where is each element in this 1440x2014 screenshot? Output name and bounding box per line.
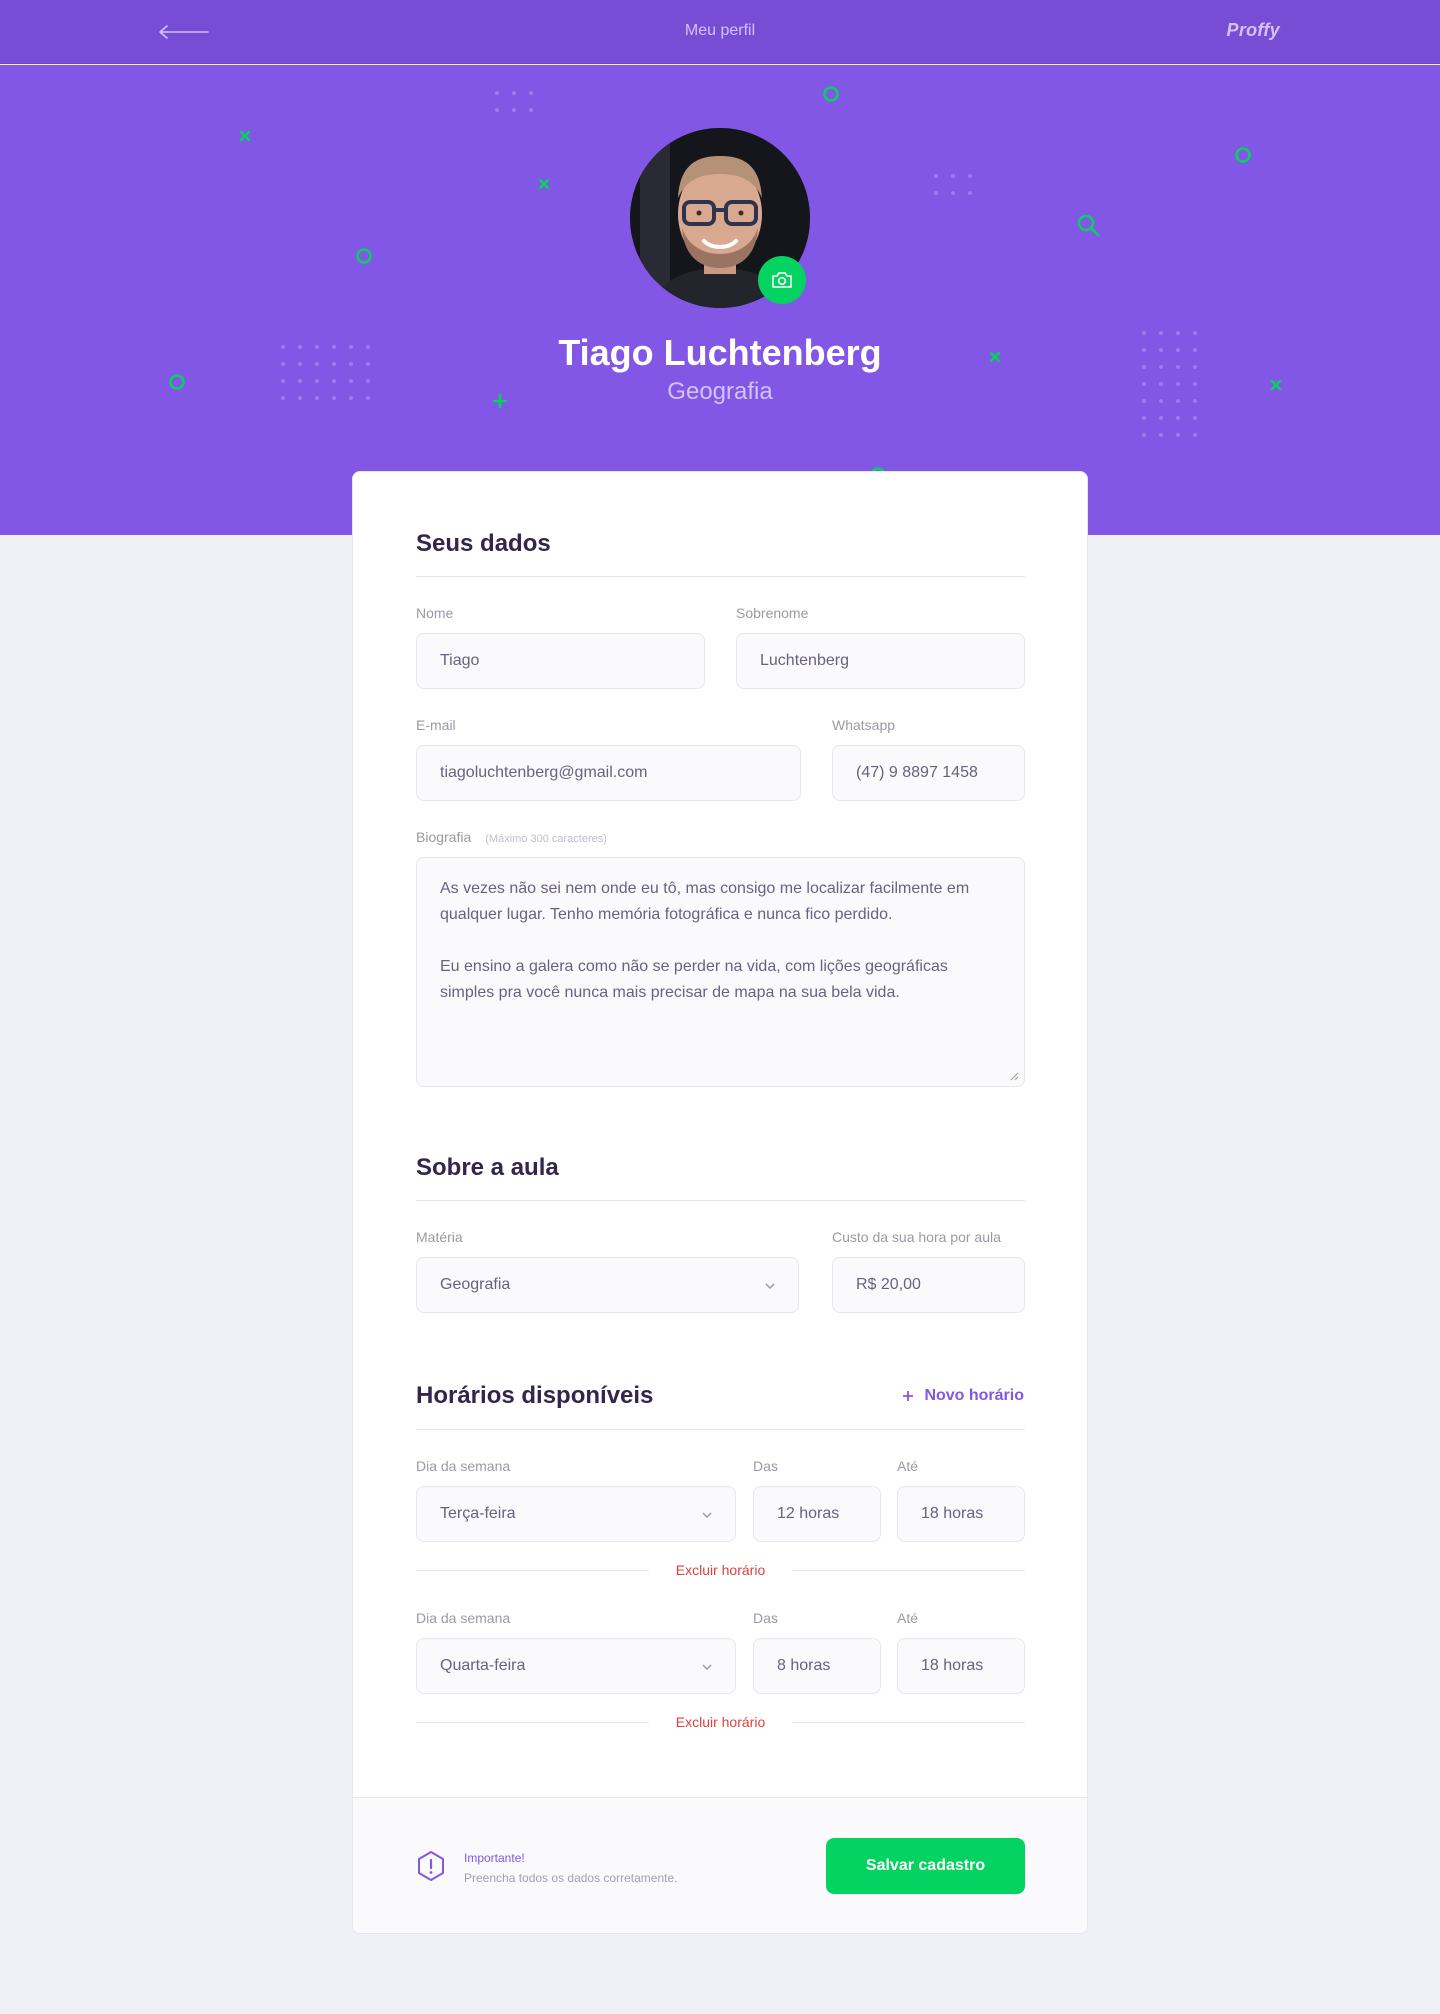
new-schedule-label: Novo horário [924,1387,1024,1404]
section-title-schedule: Horários disponíveis [416,1382,654,1409]
warning-text: Preencha todos os dados corretamente. [464,1871,678,1885]
profile-subject: Geografia [667,378,773,405]
weekday-label: Dia da semana [416,1610,511,1626]
delete-schedule-button[interactable]: Excluir horário [416,1562,1025,1578]
cost-label: Custo da sua hora por aula [832,1229,1001,1245]
chevron-down-icon [765,1283,775,1290]
to-label: Até [897,1458,919,1474]
profile-name: Tiago Luchtenberg [558,332,882,373]
to-time-field[interactable]: 18 horas [897,1486,1025,1542]
weekday-select[interactable]: Quarta-feira [416,1638,736,1694]
plus-icon [903,1391,914,1401]
from-time-field[interactable]: 12 horas [753,1486,881,1542]
section-title-class: Sobre a aula [416,1154,559,1181]
email-field[interactable]: tiagoluchtenberg@gmail.com [416,745,801,801]
to-label: Até [897,1610,919,1626]
section-title-personal: Seus dados [416,530,551,557]
whatsapp-label: Whatsapp [832,717,896,733]
form-footer: Importante! Preencha todos os dados corr… [353,1797,1087,1933]
chevron-down-icon [702,1512,712,1519]
top-bar: Meu perfil Proffy [0,0,1440,64]
subject-select-value: Geografia [440,1276,511,1293]
bio-textarea[interactable]: As vezes não sei nem onde eu tô, mas con… [416,857,1025,1087]
delete-schedule-button[interactable]: Excluir horário [416,1714,1025,1730]
from-label: Das [753,1458,778,1474]
weekday-select-value: Terça-feira [440,1505,516,1522]
first-name-label: Nome [416,605,454,621]
last-name-label: Sobrenome [736,605,809,621]
bio-paragraph: Eu ensino a galera como não se perder na… [440,958,948,1001]
bio-label-text: Biografia [416,829,472,845]
bio-label: Biografia (Máximo 300 caracteres) [416,829,607,845]
page-title: Meu perfil [684,22,756,39]
email-label: E-mail [416,717,456,733]
avatar-wrapper [630,128,810,308]
section-divider [416,576,1025,577]
resize-handle-icon[interactable] [1009,1071,1019,1081]
warning-title: Importante! [464,1851,525,1865]
warning-icon [418,1851,444,1881]
last-name-field[interactable]: Luchtenberg [736,633,1025,689]
from-time-field[interactable]: 8 horas [753,1638,881,1694]
from-label: Das [753,1610,778,1626]
weekday-label: Dia da semana [416,1458,511,1474]
brand-logo[interactable]: Proffy [1227,20,1280,41]
chevron-down-icon [702,1664,712,1671]
profile-form-card: Seus dados Nome Tiago Sobrenome Luchtenb… [352,471,1088,1934]
weekday-select-value: Quarta-feira [440,1657,526,1674]
to-time-field[interactable]: 18 horas [897,1638,1025,1694]
weekday-select[interactable]: Terça-feira [416,1486,736,1542]
section-divider [416,1200,1025,1201]
delete-schedule-row: Excluir horário [416,1712,1025,1732]
change-photo-button[interactable] [758,256,806,304]
subject-select[interactable]: Geografia [416,1257,799,1313]
first-name-field[interactable]: Tiago [416,633,705,689]
camera-icon [772,272,792,288]
bio-paragraph: As vezes não sei nem onde eu tô, mas con… [440,880,970,923]
save-button[interactable]: Salvar cadastro [826,1838,1025,1894]
whatsapp-field[interactable]: (47) 9 8897 1458 [832,745,1025,801]
delete-schedule-label: Excluir horário [665,1714,776,1730]
new-schedule-button[interactable]: Novo horário [902,1387,1024,1405]
section-divider [416,1429,1025,1430]
subject-label: Matéria [416,1229,463,1245]
delete-schedule-label: Excluir horário [665,1562,776,1578]
delete-schedule-row: Excluir horário [416,1560,1025,1580]
bio-hint: (Máximo 300 caracteres) [485,833,607,845]
cost-field[interactable]: R$ 20,00 [832,1257,1025,1313]
